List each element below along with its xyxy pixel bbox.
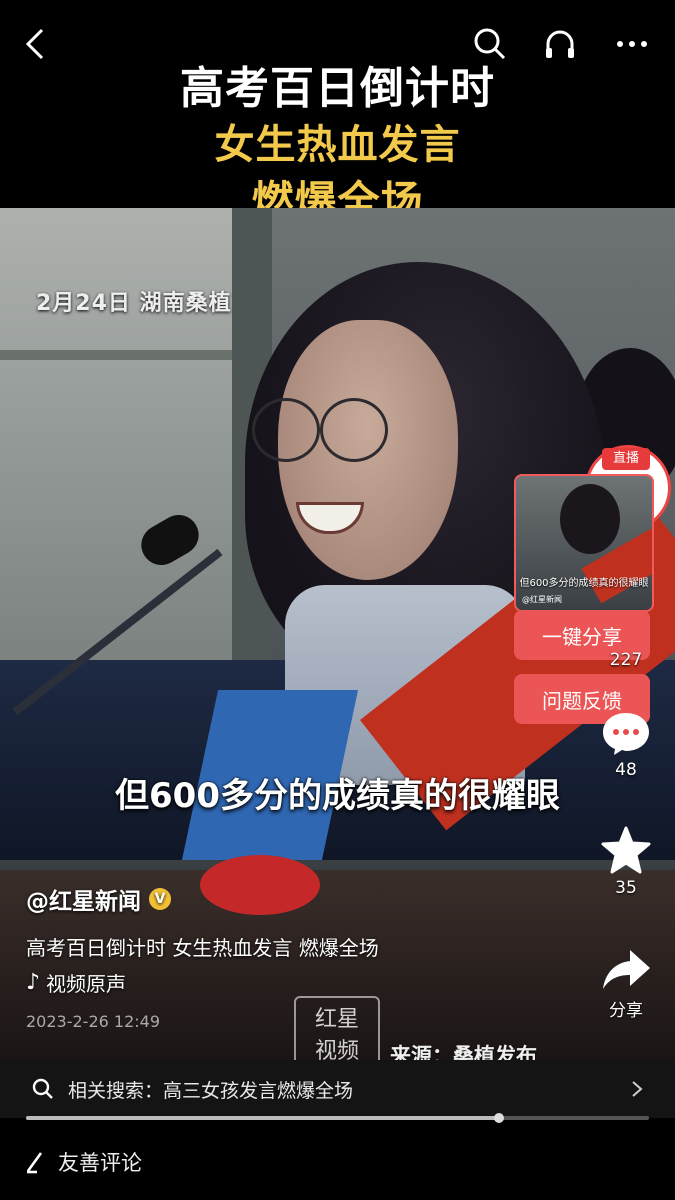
watermark-text: 红星 视频 <box>314 1007 359 1064</box>
favorite-button[interactable]: 35 <box>596 826 656 898</box>
comment-input-bar[interactable]: 友善评论 <box>0 1124 675 1200</box>
headline-line-1: 高考百日倒计时 <box>180 63 495 114</box>
video-date-location: 2月24日 湖南桑植 <box>36 291 232 316</box>
post-timestamp: 2023-2-26 12:49 <box>26 1012 160 1031</box>
author-handle[interactable]: @红星新闻 V <box>26 882 171 916</box>
share-label: 分享 <box>609 1001 643 1021</box>
favorite-count: 35 <box>615 878 637 898</box>
red-flower <box>200 855 320 915</box>
comment-count: 48 <box>615 760 637 780</box>
comment-placeholder: 友善评论 <box>58 1151 142 1175</box>
progress-scrubber[interactable] <box>494 1113 505 1123</box>
share-button[interactable]: 分享 <box>596 946 656 1021</box>
thumb-author: @红星新闻 <box>522 595 562 604</box>
progress-fill <box>26 1116 500 1120</box>
window-frame <box>0 350 240 360</box>
related-search-bar[interactable]: 相关搜索：高三女孩发言燃爆全场 <box>0 1060 675 1118</box>
live-badge: 直播 <box>602 448 650 470</box>
like-count: 227 <box>609 650 643 670</box>
verified-badge-icon: V <box>149 888 171 910</box>
comment-button[interactable]: 48 <box>596 710 656 780</box>
video-subtitle: 但600多分的成绩真的很耀眼 <box>115 776 560 816</box>
video-description: 高考百日倒计时 女生热血发言 燃爆全场 <box>26 936 379 960</box>
author-name: @红星新闻 <box>26 889 141 915</box>
share-preview-thumbnail[interactable]: 但600多分的成绩真的很耀眼 @红星新闻 <box>514 474 654 612</box>
share-arrow-icon <box>603 950 650 989</box>
thumb-face <box>560 484 620 554</box>
chevron-right-icon <box>632 1081 643 1097</box>
like-counter[interactable]: 227 <box>596 650 656 670</box>
star-icon <box>601 826 651 874</box>
glasses-right <box>320 398 388 462</box>
glasses-left <box>252 398 320 462</box>
more-horizontal-icon <box>617 41 647 47</box>
music-note-icon: ♪ <box>26 970 41 995</box>
search-icon <box>32 1078 53 1099</box>
comment-icon <box>603 713 649 755</box>
pencil-icon <box>26 1152 43 1174</box>
headline-line-2: 女生热血发言 <box>214 122 461 168</box>
music-title: 视频原声 <box>46 972 127 996</box>
related-search-text: 相关搜索：高三女孩发言燃爆全场 <box>68 1079 354 1102</box>
playback-progress-bar[interactable] <box>26 1113 649 1123</box>
thumb-caption: 但600多分的成绩真的很耀眼 <box>519 578 649 589</box>
music-link[interactable]: ♪ 视频原声 <box>26 968 126 997</box>
